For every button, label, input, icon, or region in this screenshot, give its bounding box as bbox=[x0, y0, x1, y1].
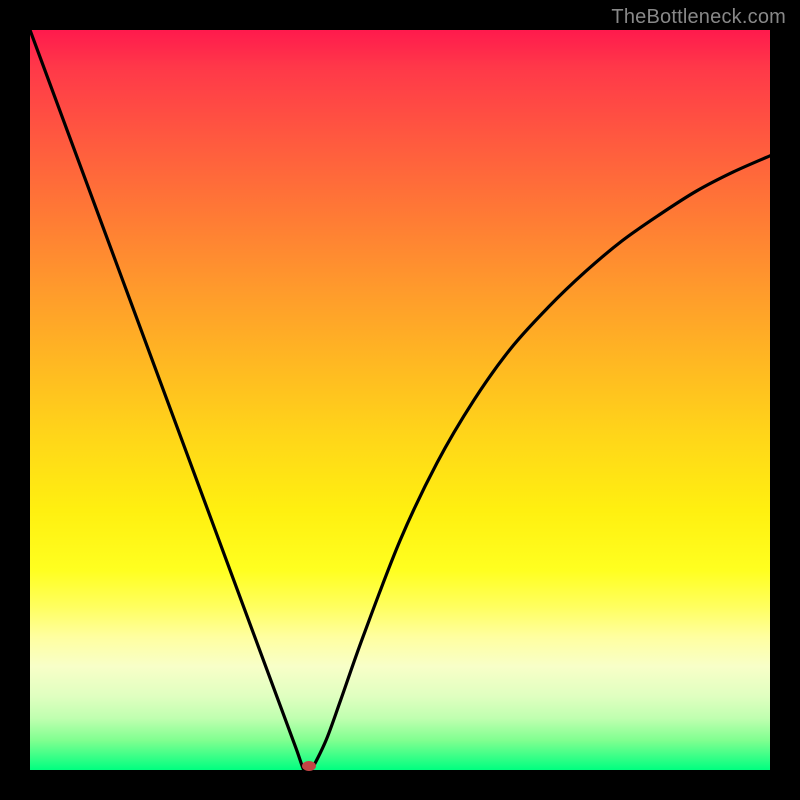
curve-svg bbox=[30, 30, 770, 770]
bottleneck-curve bbox=[30, 30, 770, 770]
watermark-text: TheBottleneck.com bbox=[611, 6, 786, 29]
curve-layer bbox=[30, 30, 770, 770]
